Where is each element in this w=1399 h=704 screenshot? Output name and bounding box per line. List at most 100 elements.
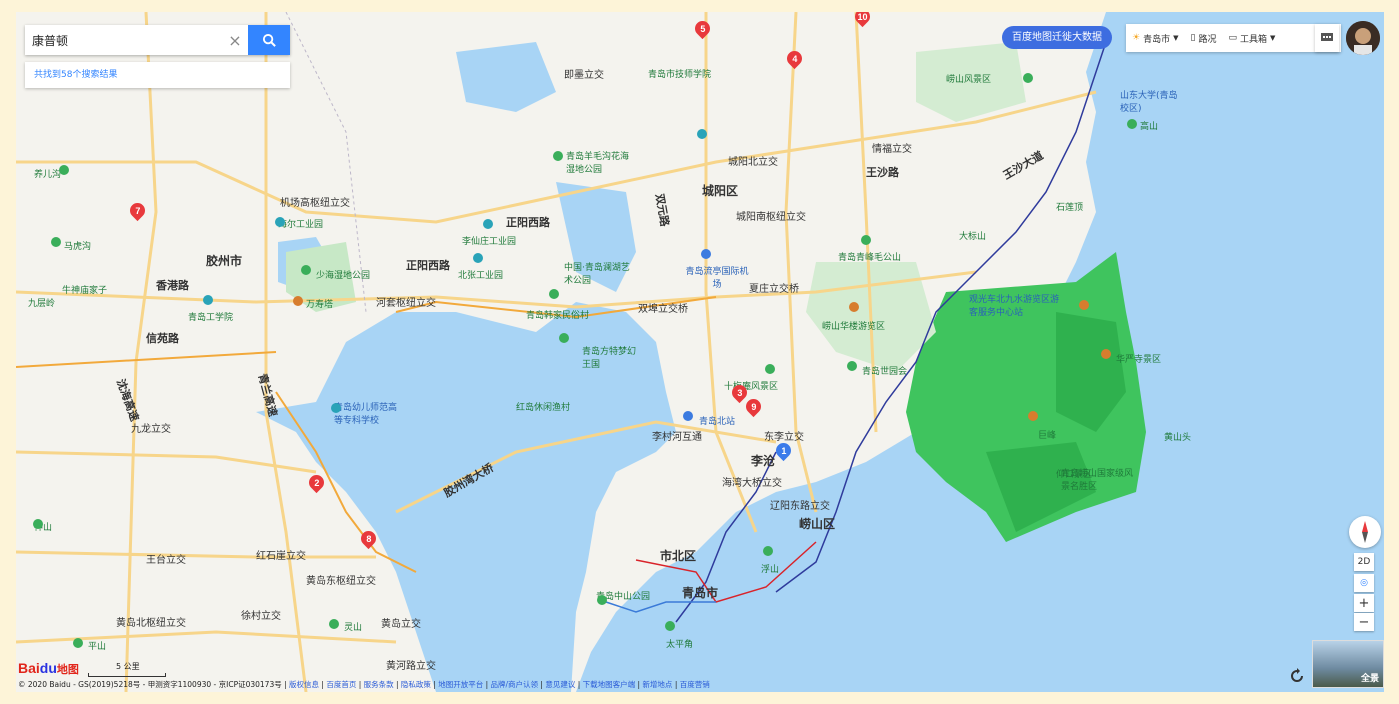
scenic-icon[interactable] [763, 546, 773, 556]
link-baidu-home[interactable]: 百度首页 [326, 680, 356, 689]
scenic-icon[interactable] [849, 302, 859, 312]
link-merchant[interactable]: 品牌/商户认领 [491, 680, 539, 689]
panorama-button[interactable]: 全景 [1312, 640, 1384, 688]
label-qingdao: 青岛市 [682, 586, 719, 600]
label-jiaozhou: 胶州市 [206, 254, 243, 268]
school-icon[interactable] [203, 295, 213, 305]
city-selector[interactable]: ☀ 青岛市 ▼ [1126, 32, 1184, 45]
industry-icon[interactable] [483, 219, 493, 229]
station-icon[interactable] [683, 411, 693, 421]
message-button[interactable] [1315, 24, 1339, 52]
label-northstation: 青岛北站 [699, 417, 736, 427]
scenic-icon[interactable] [1127, 119, 1137, 129]
result-marker-8[interactable]: 8 [357, 527, 380, 550]
search-button[interactable] [248, 25, 290, 55]
zoom-out-button[interactable]: − [1354, 613, 1374, 631]
refresh-button[interactable] [1288, 667, 1306, 685]
compass-button[interactable] [1349, 516, 1381, 548]
label-fushan: 浮山 [761, 565, 780, 575]
label-yangkou: 仰口景区 [1056, 470, 1093, 480]
link-feedback[interactable]: 意见建议 [545, 680, 575, 689]
traffic-button[interactable]: ▯ 路况 [1184, 32, 1222, 45]
toolbox-label: 工具箱 [1239, 34, 1267, 45]
link-open-platform[interactable]: 地图开放平台 [438, 680, 483, 689]
label-youer: 青岛幼儿师范高等专科学校 [334, 403, 398, 426]
map-toolbar: ☀ 青岛市 ▼ ▯ 路况 ▭ 工具箱 ▼ [1126, 24, 1341, 52]
label-jiuceng: 九层岭 [28, 299, 56, 309]
label-xiazhuang: 夏庄立交桥 [749, 284, 799, 295]
scenic-icon[interactable] [559, 333, 569, 343]
label-jufeng: 巨峰 [1038, 431, 1057, 441]
school-icon[interactable] [331, 403, 341, 413]
scenic-icon[interactable] [549, 289, 559, 299]
link-download[interactable]: 下载地图客户端 [583, 680, 636, 689]
scenic-icon[interactable] [1023, 73, 1033, 83]
link-copyright-info[interactable]: 版权信息 [289, 680, 319, 689]
label-jichang: 机场高枢纽立交 [280, 198, 350, 209]
map-canvas[interactable]: 胶州市 城阳区 李沧 崂山区 市北区 青岛市 正阳西路 正阳西路 香港路 信苑路… [16, 12, 1384, 692]
scenic-icon[interactable] [861, 235, 871, 245]
scenic-icon[interactable] [665, 621, 675, 631]
label-qingfu: 情福立交 [872, 144, 912, 155]
migration-button[interactable]: 百度地图迁徙大数据 [1002, 26, 1112, 49]
search-input[interactable]: 康普顿 [25, 32, 222, 49]
label-huanghe: 黄河路立交 [386, 661, 436, 672]
mode-2d-button[interactable]: 2D [1354, 553, 1374, 571]
label-laoshanscenic: 崂山风景区 [946, 75, 992, 85]
copyright-text: © 2020 Baidu - GS(2019)5218号 - 甲测资字11009… [18, 680, 282, 689]
result-marker-2[interactable]: 2 [305, 471, 328, 494]
link-terms[interactable]: 服务条款 [364, 680, 394, 689]
label-xinyuan: 信苑路 [146, 332, 179, 345]
result-marker-9[interactable]: 9 [742, 395, 765, 418]
locate-button[interactable]: ◎ [1354, 574, 1374, 592]
scenic-icon[interactable] [847, 361, 857, 371]
result-marker-10[interactable]: 10 [851, 12, 874, 28]
label-shaohai: 少海湿地公园 [316, 271, 371, 281]
result-marker-4[interactable]: 4 [783, 47, 806, 70]
scenic-icon[interactable] [33, 519, 43, 529]
label-dongli: 东李立交 [764, 432, 804, 443]
zoom-in-button[interactable]: + [1354, 594, 1374, 612]
label-gongxueyuan: 青岛工学院 [188, 313, 234, 323]
city-label: 青岛市 [1143, 34, 1171, 45]
toolbox-button[interactable]: ▭ 工具箱 ▼ [1222, 32, 1281, 45]
scenic-icon[interactable] [73, 638, 83, 648]
result-marker-3[interactable]: 3 [728, 381, 751, 404]
peak-icon[interactable] [1028, 411, 1038, 421]
airport-icon[interactable] [701, 249, 711, 259]
label-yanger: 养儿沟 [34, 170, 62, 180]
industry-icon[interactable] [697, 129, 707, 139]
tower-icon[interactable] [293, 296, 303, 306]
avatar[interactable] [1346, 21, 1380, 55]
label-hongdao: 红岛休闲渔村 [516, 403, 571, 413]
industry-icon[interactable] [275, 217, 285, 227]
label-shilian: 石莲顶 [1056, 203, 1084, 213]
scenic-icon[interactable] [553, 151, 563, 161]
scenic-icon[interactable] [51, 237, 61, 247]
temple-icon[interactable] [1101, 349, 1111, 359]
result-marker-7[interactable]: 7 [126, 199, 149, 222]
label-huayan: 华严寺景区 [1116, 355, 1162, 365]
scenic-icon[interactable] [301, 265, 311, 275]
scenic-icon[interactable] [597, 595, 607, 605]
result-marker-5[interactable]: 5 [691, 17, 714, 40]
temple-icon[interactable] [1079, 300, 1089, 310]
label-yangmaogou: 青岛羊毛沟花海湿地公园 [566, 152, 630, 175]
scenic-icon[interactable] [765, 364, 775, 374]
refresh-icon [1291, 668, 1303, 682]
industry-icon[interactable] [473, 253, 483, 263]
baidu-map-logo[interactable]: Baidu地图 [18, 660, 79, 677]
link-marketing[interactable]: 百度营销 [680, 680, 710, 689]
link-privacy[interactable]: 隐私政策 [401, 680, 431, 689]
scenic-icon[interactable] [59, 165, 69, 175]
message-icon [1321, 33, 1333, 41]
clear-icon[interactable]: × [222, 31, 248, 50]
label-beijiushui: 观光车北九水游览区游客服务中心站 [969, 295, 1060, 318]
locate-icon: ◎ [1360, 578, 1368, 588]
search-result-count[interactable]: 共找到58个搜索结果 [25, 62, 290, 88]
scale-label: 5 公里 [116, 662, 140, 671]
link-add-place[interactable]: 新增地点 [642, 680, 672, 689]
result-marker-1[interactable]: 1 [772, 439, 795, 462]
label-minsu: 青岛韩家民俗村 [526, 311, 590, 321]
scenic-icon[interactable] [329, 619, 339, 629]
